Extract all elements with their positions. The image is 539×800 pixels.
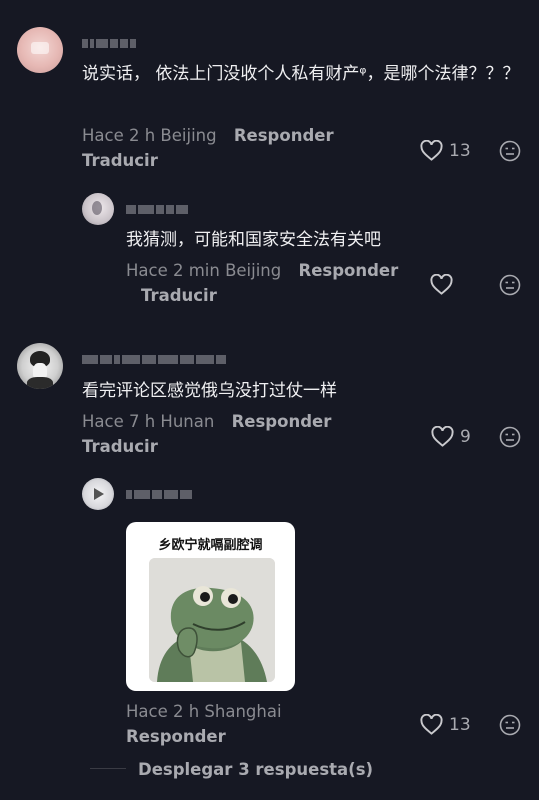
heart-outline-icon [420, 714, 443, 735]
frog-illustration [149, 558, 275, 682]
comment-text: 说实话， 依法上门没收个人私有财产ᵠ，是哪个法律？？？ [82, 64, 520, 84]
username-redacted[interactable] [126, 203, 188, 215]
like-count: 13 [449, 140, 471, 161]
neutral-face-icon[interactable] [499, 140, 521, 162]
timestamp-location: Hace 2 h Shanghai [126, 702, 282, 721]
heart-outline-icon [420, 140, 443, 161]
username-redacted[interactable] [82, 353, 226, 365]
timestamp-location: Hace 2 h Beijing [82, 126, 217, 145]
reply-button[interactable]: Responder [299, 261, 399, 280]
neutral-face-icon[interactable] [499, 426, 521, 448]
like-count: 13 [449, 714, 471, 735]
expand-replies-button[interactable]: Desplegar 3 respuesta(s) [138, 760, 373, 779]
sticker-image[interactable]: 乡欧宁就嗝副腔调 [126, 522, 295, 691]
like-count: 9 [460, 426, 471, 447]
reply-button[interactable]: Responder [234, 126, 334, 145]
reply-button[interactable]: Responder [126, 727, 226, 746]
heart-outline-icon [431, 426, 454, 447]
reply-meta: Hace 2 min Beijing Responder [126, 261, 398, 280]
comment-meta: Hace 2 h Beijing Responder [82, 126, 334, 145]
neutral-face-icon[interactable] [499, 274, 521, 296]
translate-button[interactable]: Traducir [82, 151, 158, 170]
comment-meta: Hace 7 h Hunan Responder [82, 412, 331, 431]
reply-button[interactable]: Responder [232, 412, 332, 431]
expand-line [90, 768, 126, 769]
avatar[interactable] [17, 27, 63, 73]
translate-button[interactable]: Traducir [82, 437, 158, 456]
avatar[interactable] [17, 343, 63, 389]
like-button[interactable]: 9 [431, 426, 471, 447]
sticker-caption: 乡欧宁就嗝副腔调 [158, 538, 263, 553]
translate-button[interactable]: Traducir [141, 286, 217, 305]
timestamp-location: Hace 2 min Beijing [126, 261, 282, 280]
like-button[interactable] [430, 274, 453, 295]
comment-text: 看完评论区感觉俄乌没打过仗一样 [82, 381, 337, 401]
avatar[interactable] [82, 478, 114, 510]
username-redacted[interactable] [82, 37, 136, 49]
like-button[interactable]: 13 [420, 714, 471, 735]
heart-outline-icon [430, 274, 453, 295]
like-button[interactable]: 13 [420, 140, 471, 161]
reply-text: 我猜测，可能和国家安全法有关吧 [126, 230, 381, 250]
avatar[interactable] [82, 193, 114, 225]
username-redacted[interactable] [126, 488, 192, 500]
timestamp-location: Hace 7 h Hunan [82, 412, 215, 431]
neutral-face-icon[interactable] [499, 714, 521, 736]
